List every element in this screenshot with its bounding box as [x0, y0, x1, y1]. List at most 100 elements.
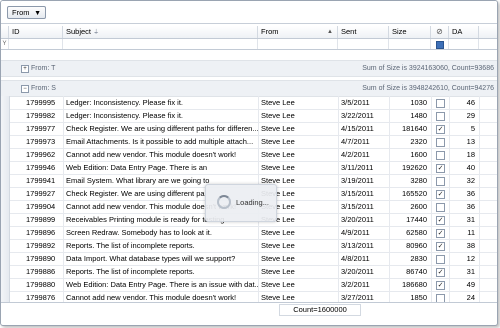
cell-size[interactable]: 1600 — [389, 148, 431, 161]
expand-plus-icon[interactable]: + — [21, 65, 29, 73]
attachment-checkbox[interactable]: ✓ — [436, 190, 445, 199]
attachment-checkbox[interactable]: ✓ — [436, 268, 445, 277]
column-header-attachment[interactable]: ⊘ — [431, 26, 449, 38]
cell-size[interactable]: 2600 — [389, 200, 431, 213]
filter-cell-subject[interactable] — [63, 39, 258, 49]
cell-from[interactable]: Steve Lee — [258, 265, 338, 278]
cell-sent[interactable]: 4/7/2011 — [338, 135, 389, 148]
row-indicator[interactable] — [1, 96, 10, 109]
row-indicator[interactable] — [1, 135, 10, 148]
column-header-sent[interactable]: Sent — [338, 26, 389, 38]
cell-da[interactable]: 12 — [449, 252, 479, 265]
cell-from[interactable]: Steve Lee — [258, 278, 338, 291]
filter-icon[interactable]: ⏚ — [93, 30, 99, 36]
cell-id[interactable]: 1799941 — [23, 174, 63, 187]
cell-sent[interactable]: 3/19/2011 — [338, 174, 389, 187]
row-indicator[interactable] — [1, 122, 10, 135]
cell-subject[interactable]: Data Import. What database types will we… — [63, 252, 258, 265]
cell-id[interactable]: 1799977 — [23, 122, 63, 135]
cell-sent[interactable]: 3/15/2011 — [338, 187, 389, 200]
table-row[interactable]: 1799973 Email Attachments. Is it possible… — [1, 135, 497, 149]
cell-from[interactable]: Steve Lee — [258, 135, 338, 148]
cell-size[interactable]: 192620 — [389, 161, 431, 174]
column-header-size[interactable]: Size — [389, 26, 431, 38]
cell-sent[interactable]: 4/8/2011 — [338, 252, 389, 265]
table-row[interactable]: 1799977 Check Register. We are using diff… — [1, 122, 497, 136]
chevron-down-icon[interactable]: ▼ — [34, 8, 41, 20]
filter-cell-sent[interactable] — [338, 39, 389, 49]
cell-id[interactable]: 1799896 — [23, 226, 63, 239]
cell-id[interactable]: 1799946 — [23, 161, 63, 174]
cell-size[interactable]: 165520 — [389, 187, 431, 200]
collapse-minus-icon[interactable]: − — [21, 85, 29, 93]
row-indicator[interactable] — [1, 278, 10, 291]
group-by-from-chip[interactable]: From ▼ — [7, 6, 46, 19]
cell-size[interactable]: 186680 — [389, 278, 431, 291]
attachment-checkbox[interactable] — [436, 177, 445, 186]
cell-id[interactable]: 1799973 — [23, 135, 63, 148]
cell-da[interactable]: 46 — [449, 96, 479, 109]
attachment-checkbox[interactable]: ✓ — [436, 216, 445, 225]
cell-id[interactable]: 1799892 — [23, 239, 63, 252]
attachment-checkbox[interactable]: ✓ — [436, 164, 445, 173]
cell-from[interactable]: Steve Lee — [258, 96, 338, 109]
cell-size[interactable]: 17440 — [389, 213, 431, 226]
cell-sent[interactable]: 3/2/2011 — [338, 278, 389, 291]
cell-from[interactable]: Steve Lee — [258, 252, 338, 265]
cell-from[interactable]: Steve Lee — [258, 161, 338, 174]
row-indicator[interactable] — [1, 239, 10, 252]
cell-da[interactable]: 13 — [449, 135, 479, 148]
cell-subject[interactable]: Reports. The list of incomplete reports. — [63, 265, 258, 278]
group-row-t[interactable]: + From: T Sum of Size is 3924163060, Cou… — [1, 60, 497, 77]
table-row[interactable]: 1799995 Ledger: Inconsistency. Please fix… — [1, 96, 497, 110]
cell-subject[interactable]: Reports. The list of incomplete reports. — [63, 239, 258, 252]
cell-id[interactable]: 1799982 — [23, 109, 63, 122]
attachment-checkbox[interactable] — [436, 112, 445, 121]
column-header-da[interactable]: DA — [449, 26, 479, 38]
cell-subject[interactable]: Web Edition: Data Entry Page. There is a… — [63, 278, 258, 291]
cell-id[interactable]: 1799995 — [23, 96, 63, 109]
cell-id[interactable]: 1799904 — [23, 200, 63, 213]
cell-sent[interactable]: 3/13/2011 — [338, 239, 389, 252]
table-row[interactable]: 1799962 Cannot add new vendor. This modul… — [1, 148, 497, 162]
cell-sent[interactable]: 3/20/2011 — [338, 265, 389, 278]
row-indicator[interactable] — [1, 187, 10, 200]
column-header-from[interactable]: From ▲ — [258, 26, 338, 38]
cell-size[interactable]: 86740 — [389, 265, 431, 278]
column-header-id[interactable]: ID — [9, 26, 63, 38]
row-indicator[interactable] — [1, 265, 10, 278]
table-row[interactable]: 1799880 Web Edition: Data Entry Page. The… — [1, 278, 497, 292]
filter-cell-da[interactable] — [449, 39, 479, 49]
cell-subject[interactable]: Ledger: Inconsistency. Please fix it. — [63, 96, 258, 109]
cell-size[interactable]: 181640 — [389, 122, 431, 135]
cell-size[interactable]: 2320 — [389, 135, 431, 148]
filter-cell-size[interactable] — [389, 39, 431, 49]
cell-sent[interactable]: 4/9/2011 — [338, 226, 389, 239]
column-header-subject[interactable]: Subject ⏚ — [63, 26, 258, 38]
cell-sent[interactable]: 3/15/2011 — [338, 200, 389, 213]
attachment-checkbox[interactable] — [436, 138, 445, 147]
cell-id[interactable]: 1799880 — [23, 278, 63, 291]
table-row[interactable]: 1799982 Ledger: Inconsistency. Please fix… — [1, 109, 497, 123]
cell-size[interactable]: 1480 — [389, 109, 431, 122]
row-indicator[interactable] — [1, 109, 10, 122]
attachment-checkbox[interactable]: ✓ — [436, 125, 445, 134]
cell-sent[interactable]: 3/22/2011 — [338, 109, 389, 122]
cell-id[interactable]: 1799890 — [23, 252, 63, 265]
cell-da[interactable]: 18 — [449, 148, 479, 161]
table-row[interactable]: 1799946 Web Edition: Data Entry Page. The… — [1, 161, 497, 175]
row-indicator[interactable] — [1, 252, 10, 265]
cell-id[interactable]: 1799886 — [23, 265, 63, 278]
cell-sent[interactable]: 4/15/2011 — [338, 122, 389, 135]
filter-cell-id[interactable] — [9, 39, 63, 49]
cell-da[interactable]: 5 — [449, 122, 479, 135]
attachment-checkbox[interactable] — [436, 151, 445, 160]
row-indicator[interactable] — [1, 161, 10, 174]
cell-from[interactable]: Steve Lee — [258, 148, 338, 161]
cell-sent[interactable]: 3/11/2011 — [338, 161, 389, 174]
cell-size[interactable]: 2830 — [389, 252, 431, 265]
table-row[interactable]: 1799886 Reports. The list of incomplete r… — [1, 265, 497, 279]
cell-size[interactable]: 1030 — [389, 96, 431, 109]
cell-da[interactable]: 38 — [449, 239, 479, 252]
cell-from[interactable]: Steve Lee — [258, 239, 338, 252]
